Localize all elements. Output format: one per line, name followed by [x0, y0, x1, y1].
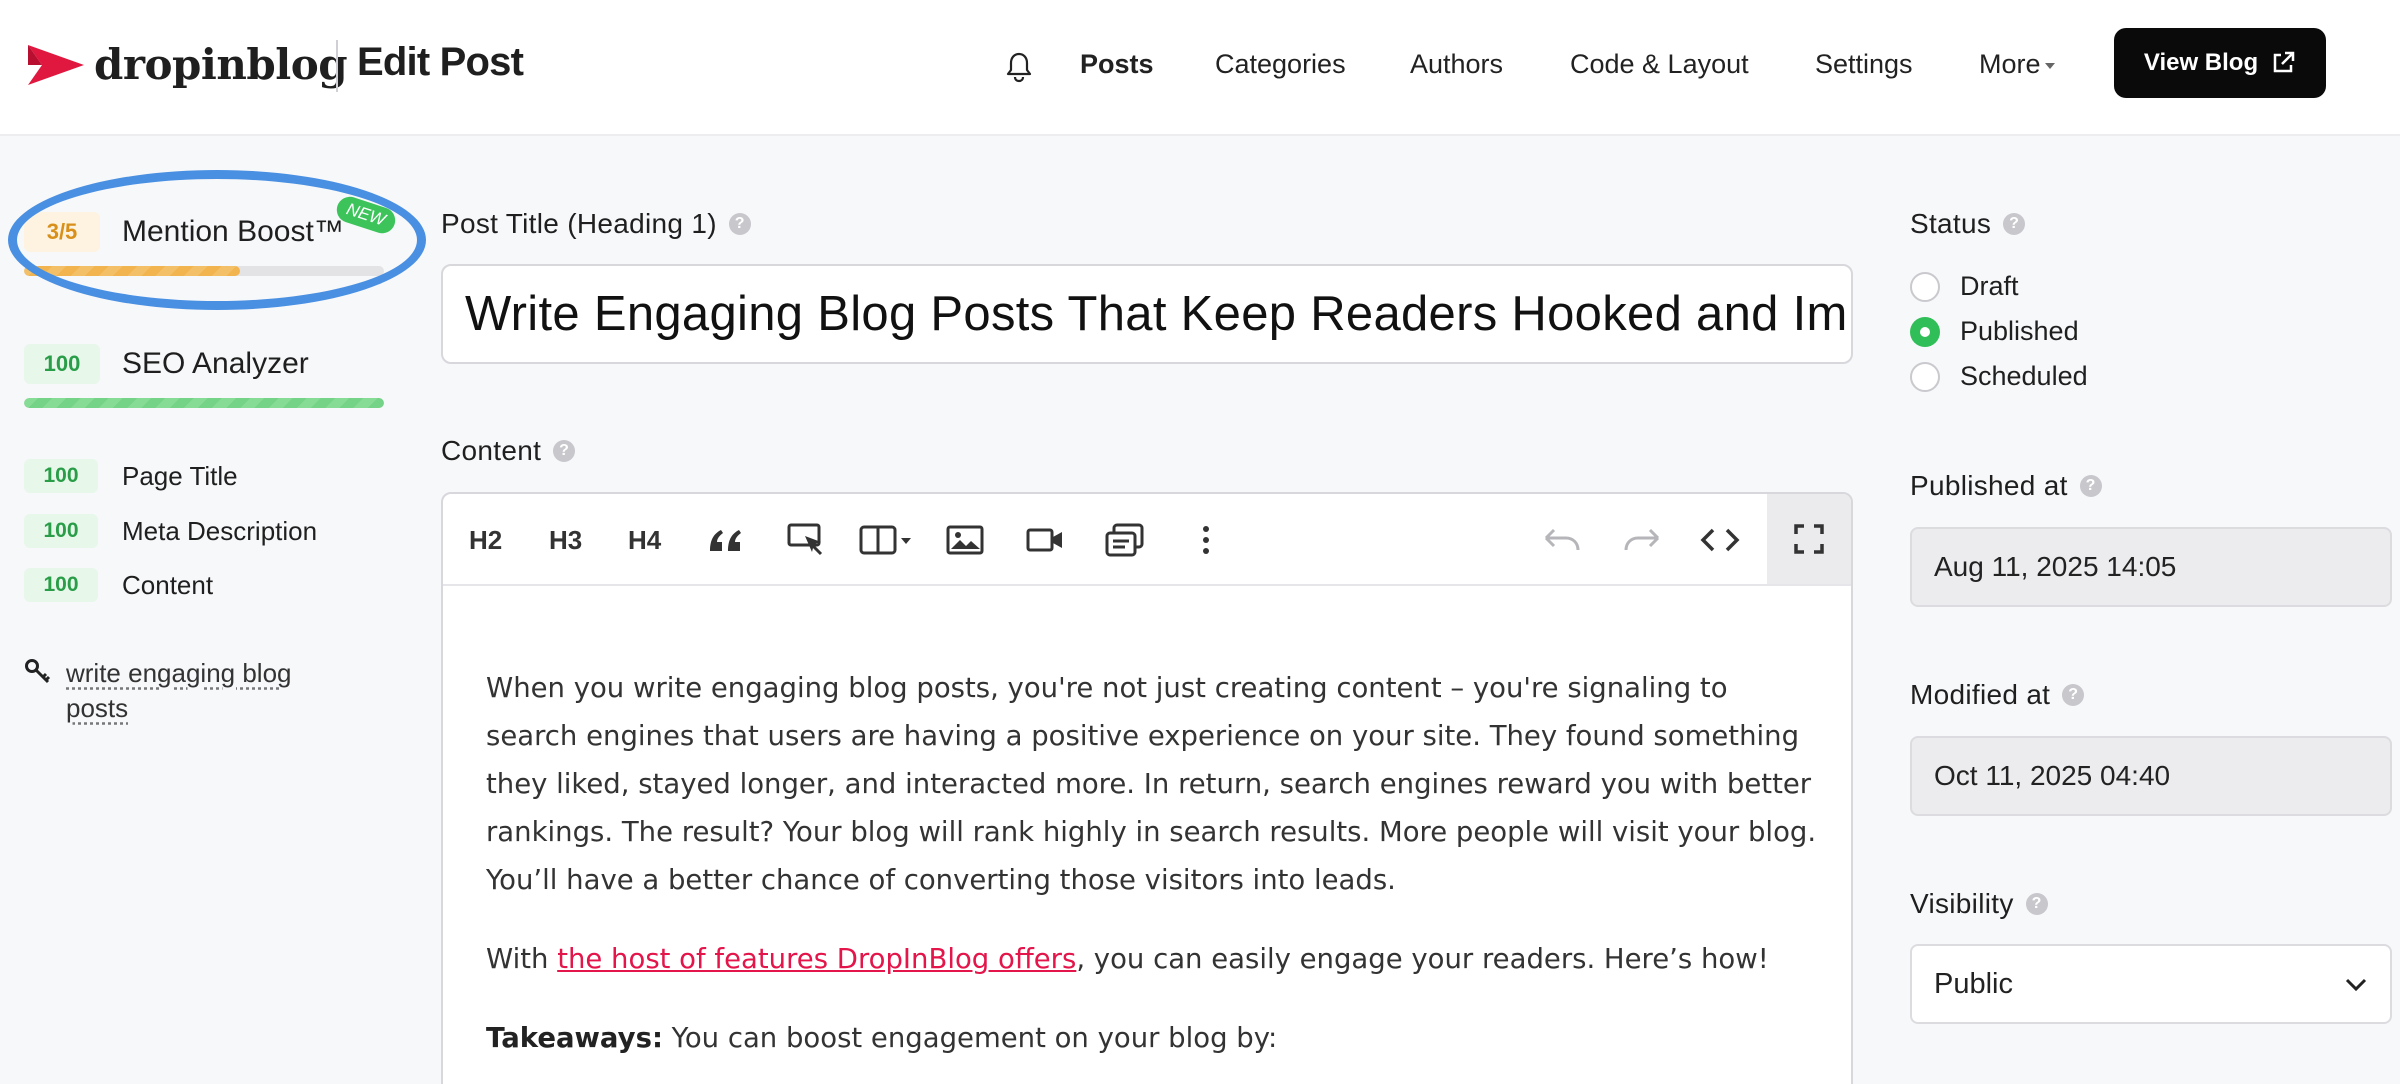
content-editor[interactable]: H2 H3 H4 When you write engaging blog po…	[441, 492, 1853, 1084]
content-paragraph: With the host of features DropInBlog off…	[486, 935, 1826, 983]
redo-icon[interactable]	[1622, 522, 1662, 558]
paragraph-text: You can boost engagement on your blog by…	[662, 1022, 1278, 1054]
caret-down-icon	[2044, 62, 2055, 69]
call-to-action-icon[interactable]	[787, 522, 827, 558]
nav-code-layout[interactable]: Code & Layout	[1570, 49, 1749, 80]
modified-at-field[interactable]: Oct 11, 2025 04:40	[1910, 736, 2392, 816]
heading3-button[interactable]: H3	[549, 522, 582, 558]
post-title-label-text: Post Title (Heading 1)	[441, 208, 717, 239]
post-title-input[interactable]: Write Engaging Blog Posts That Keep Read…	[441, 264, 1853, 364]
view-blog-label: View Blog	[2143, 49, 2259, 76]
visibility-label-text: Visibility	[1910, 888, 2014, 919]
check-meta-description[interactable]: 100 Meta Description	[24, 514, 317, 548]
modified-at-label-text: Modified at	[1910, 679, 2051, 710]
features-link[interactable]: the host of features DropInBlog offers	[557, 943, 1076, 975]
help-icon[interactable]: ?	[728, 213, 751, 235]
brand-name: dropinblog	[94, 40, 348, 89]
help-icon[interactable]: ?	[2062, 684, 2085, 706]
source-code-icon[interactable]	[1700, 522, 1740, 558]
status-published[interactable]: Published	[1910, 316, 2079, 347]
check-score: 100	[24, 514, 98, 548]
status-label: Status ?	[1910, 208, 2026, 240]
seo-analyzer-score: 100	[24, 344, 100, 384]
status-scheduled[interactable]: Scheduled	[1910, 361, 2088, 392]
external-link-icon	[2273, 51, 2295, 73]
help-icon[interactable]: ?	[2025, 893, 2048, 915]
check-score: 100	[24, 568, 98, 602]
radio-button[interactable]	[1910, 271, 1940, 302]
editor-toolbar: H2 H3 H4	[443, 494, 1851, 586]
key-icon	[25, 659, 51, 684]
more-options-icon[interactable]	[1201, 522, 1211, 558]
content-label-text: Content	[441, 435, 542, 466]
published-at-label: Published at ?	[1910, 470, 2102, 502]
check-label: Page Title	[122, 460, 238, 491]
image-icon[interactable]	[946, 522, 984, 558]
blockquote-icon[interactable]	[707, 522, 745, 558]
dropinblog-logo-icon	[28, 44, 84, 85]
check-label: Meta Description	[122, 515, 318, 546]
top-bar: dropinblog Edit Post Posts Categories Au…	[0, 0, 2400, 136]
visibility-value: Public	[1934, 967, 2013, 1000]
takeaways-label: Takeaways:	[486, 1022, 663, 1054]
visibility-label: Visibility ?	[1910, 888, 2048, 920]
seo-analyzer-row[interactable]: 100 SEO Analyzer	[24, 344, 309, 384]
content-paragraph: Takeaways: You can boost engagement on y…	[486, 1014, 1826, 1062]
radio-label: Draft	[1960, 271, 2019, 301]
nav-categories[interactable]: Categories	[1215, 49, 1346, 80]
brand-logo[interactable]: dropinblog	[26, 40, 348, 89]
bell-icon[interactable]	[1003, 50, 1035, 84]
help-icon[interactable]: ?	[2003, 213, 2026, 235]
undo-icon[interactable]	[1542, 522, 1582, 558]
chevron-down-icon	[2345, 978, 2367, 992]
seo-analyzer-progress-fill	[24, 398, 384, 408]
header-divider	[336, 40, 338, 92]
heading4-button[interactable]: H4	[628, 522, 661, 558]
check-content[interactable]: 100 Content	[24, 568, 213, 602]
radio-button[interactable]	[1910, 361, 1940, 392]
video-icon[interactable]	[1026, 522, 1064, 558]
radio-button-checked[interactable]	[1910, 316, 1940, 347]
nav-posts[interactable]: Posts	[1080, 49, 1154, 80]
published-at-field[interactable]: Aug 11, 2025 14:05	[1910, 527, 2392, 607]
nav-more[interactable]: More	[1979, 49, 2055, 80]
help-icon[interactable]: ?	[2079, 475, 2102, 497]
heading2-button[interactable]: H2	[469, 522, 502, 558]
help-icon[interactable]: ?	[553, 440, 576, 462]
nav-authors[interactable]: Authors	[1410, 49, 1503, 80]
post-title-label: Post Title (Heading 1) ?	[441, 208, 751, 240]
seo-analyzer-progress	[24, 398, 384, 408]
content-label: Content ?	[441, 435, 576, 467]
page-title: Edit Post	[357, 40, 524, 84]
published-at-label-text: Published at	[1910, 470, 2068, 501]
check-score: 100	[24, 459, 98, 493]
focus-keyword-text: write engaging blog posts	[66, 658, 292, 723]
focus-keyword[interactable]: write engaging blog posts	[24, 656, 346, 726]
view-blog-button[interactable]: View Blog	[2114, 28, 2326, 98]
nav-settings[interactable]: Settings	[1815, 49, 1913, 80]
columns-icon[interactable]	[859, 522, 919, 558]
nav-more-label: More	[1979, 49, 2041, 79]
status-draft[interactable]: Draft	[1910, 271, 2019, 302]
paragraph-text: , you can easily engage your readers. He…	[1076, 943, 1769, 975]
status-label-text: Status	[1910, 208, 1992, 239]
embed-icon[interactable]	[1105, 522, 1145, 558]
visibility-select[interactable]: Public	[1910, 944, 2392, 1024]
radio-label: Published	[1960, 316, 2079, 346]
seo-analyzer-label: SEO Analyzer	[122, 347, 309, 380]
check-page-title[interactable]: 100 Page Title	[24, 459, 238, 493]
highlight-annotation	[8, 170, 426, 310]
paragraph-text: With	[486, 943, 558, 975]
fullscreen-icon[interactable]	[1767, 494, 1851, 584]
radio-label: Scheduled	[1960, 361, 2088, 391]
content-paragraph: When you write engaging blog posts, you'…	[486, 672, 1817, 896]
editor-content[interactable]: When you write engaging blog posts, you'…	[486, 664, 1826, 1084]
check-label: Content	[122, 569, 214, 600]
modified-at-label: Modified at ?	[1910, 679, 2085, 711]
